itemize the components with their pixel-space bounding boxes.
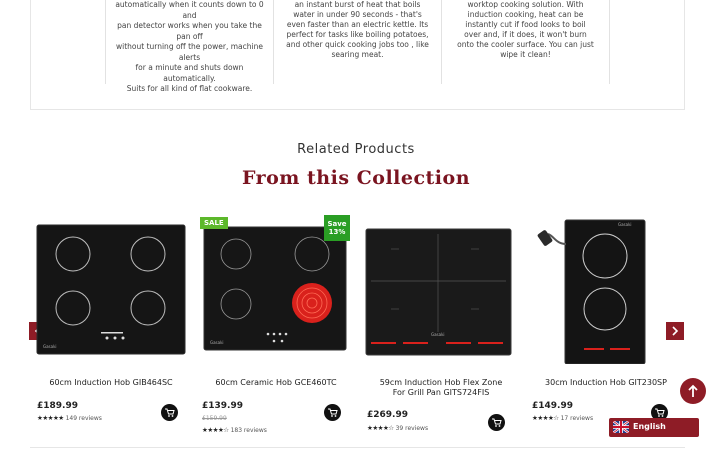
arrow-up-icon bbox=[688, 384, 698, 397]
product-price: £139.99 bbox=[202, 401, 243, 411]
add-to-cart-button[interactable] bbox=[488, 414, 505, 431]
stars-icon: ★★★★★ bbox=[37, 414, 64, 422]
product-image[interactable]: Gasaki bbox=[31, 214, 191, 364]
product-name[interactable]: 60cm Induction Hob GIB464SC bbox=[31, 378, 191, 388]
add-to-cart-button[interactable] bbox=[161, 404, 178, 421]
product-price: £149.99 bbox=[532, 401, 573, 411]
svg-text:Gasaki: Gasaki bbox=[43, 344, 57, 349]
svg-text:Gasaki: Gasaki bbox=[618, 222, 632, 227]
product-rating: ★★★★☆ 39 reviews bbox=[367, 424, 428, 432]
save-badge: Save 13% bbox=[324, 215, 350, 241]
product-card[interactable]: Gasaki 59cm Induction Hob Flex Zone For … bbox=[361, 214, 521, 450]
feature-col-3: worktop cooking solution. With induction… bbox=[441, 0, 610, 84]
language-label[interactable]: English bbox=[633, 422, 666, 431]
scroll-to-top-button[interactable] bbox=[680, 378, 706, 404]
feature-line: searing meat. bbox=[331, 50, 384, 59]
product-card[interactable]: Gasaki SALE Save 13% 60cm Ceramic Hob GC… bbox=[196, 214, 356, 450]
save-percent: 13% bbox=[328, 228, 346, 236]
product-price: £269.99 bbox=[367, 410, 408, 420]
product-rating: ★★★★☆ 183 reviews bbox=[202, 426, 267, 434]
product-name-line[interactable]: 59cm Induction Hob Flex Zone bbox=[361, 378, 521, 388]
cart-icon bbox=[165, 408, 175, 417]
feature-col-2: an instant burst of heat that boils wate… bbox=[273, 0, 441, 84]
sale-badge: SALE bbox=[200, 217, 228, 229]
features-row: automatically when it counts down to 0 a… bbox=[105, 0, 610, 93]
product-name[interactable]: 59cm Induction Hob Flex Zone For Grill P… bbox=[361, 378, 521, 398]
cart-icon bbox=[492, 418, 502, 427]
feature-line: without turning off the power, machine a… bbox=[116, 42, 263, 62]
features-box: automatically when it counts down to 0 a… bbox=[30, 0, 685, 110]
feature-line: pan detector works when you take the pan… bbox=[117, 21, 262, 41]
product-name[interactable]: 30cm Induction Hob GIT230SP bbox=[526, 378, 686, 388]
review-count: 17 reviews bbox=[560, 415, 594, 422]
feature-line: Suits for all kind of flat cookware. bbox=[126, 84, 253, 93]
language-selector[interactable]: English bbox=[609, 418, 699, 437]
divider bbox=[30, 447, 685, 448]
feature-col-1: automatically when it counts down to 0 a… bbox=[105, 0, 273, 93]
product-rating: ★★★★☆ 17 reviews bbox=[532, 414, 593, 422]
review-count: 149 reviews bbox=[65, 415, 102, 422]
product-image[interactable]: Gasaki bbox=[361, 214, 521, 364]
stars-icon: ★★★★☆ bbox=[532, 414, 559, 422]
cart-icon bbox=[328, 408, 338, 417]
product-name-line[interactable]: For Grill Pan GITS724FIS bbox=[361, 388, 521, 398]
related-products-heading: Related Products bbox=[297, 142, 415, 157]
product-rating: ★★★★★ 149 reviews bbox=[37, 414, 102, 422]
stars-icon: ★★★★☆ bbox=[202, 426, 229, 434]
product-old-price: £159.99 bbox=[202, 415, 227, 422]
product-name[interactable]: 60cm Ceramic Hob GCE460TC bbox=[196, 378, 356, 388]
review-count: 39 reviews bbox=[395, 425, 429, 432]
product-image[interactable]: Gasaki bbox=[526, 214, 686, 364]
add-to-cart-button[interactable] bbox=[324, 404, 341, 421]
uk-flag-icon bbox=[613, 421, 629, 433]
feature-line: automatically when it counts down to 0 a… bbox=[115, 0, 264, 20]
product-card[interactable]: Gasaki 60cm Induction Hob GIB464SC £189.… bbox=[31, 214, 191, 450]
product-card[interactable]: Gasaki 30cm Induction Hob GIT230SP £149.… bbox=[526, 214, 686, 450]
carousel-next-button[interactable] bbox=[666, 322, 684, 340]
cart-icon bbox=[655, 408, 665, 417]
feature-line: wipe it clean! bbox=[500, 50, 551, 59]
review-count: 183 reviews bbox=[230, 427, 267, 434]
product-price: £189.99 bbox=[37, 401, 78, 411]
chevron-right-icon bbox=[672, 326, 679, 336]
svg-text:Gasaki: Gasaki bbox=[210, 340, 224, 345]
feature-line: for a minute and shuts down automaticall… bbox=[135, 63, 244, 83]
stars-icon: ★★★★☆ bbox=[367, 424, 394, 432]
save-label: Save bbox=[327, 220, 347, 228]
collection-heading: From this Collection bbox=[241, 167, 471, 189]
svg-text:Gasaki: Gasaki bbox=[431, 332, 445, 337]
